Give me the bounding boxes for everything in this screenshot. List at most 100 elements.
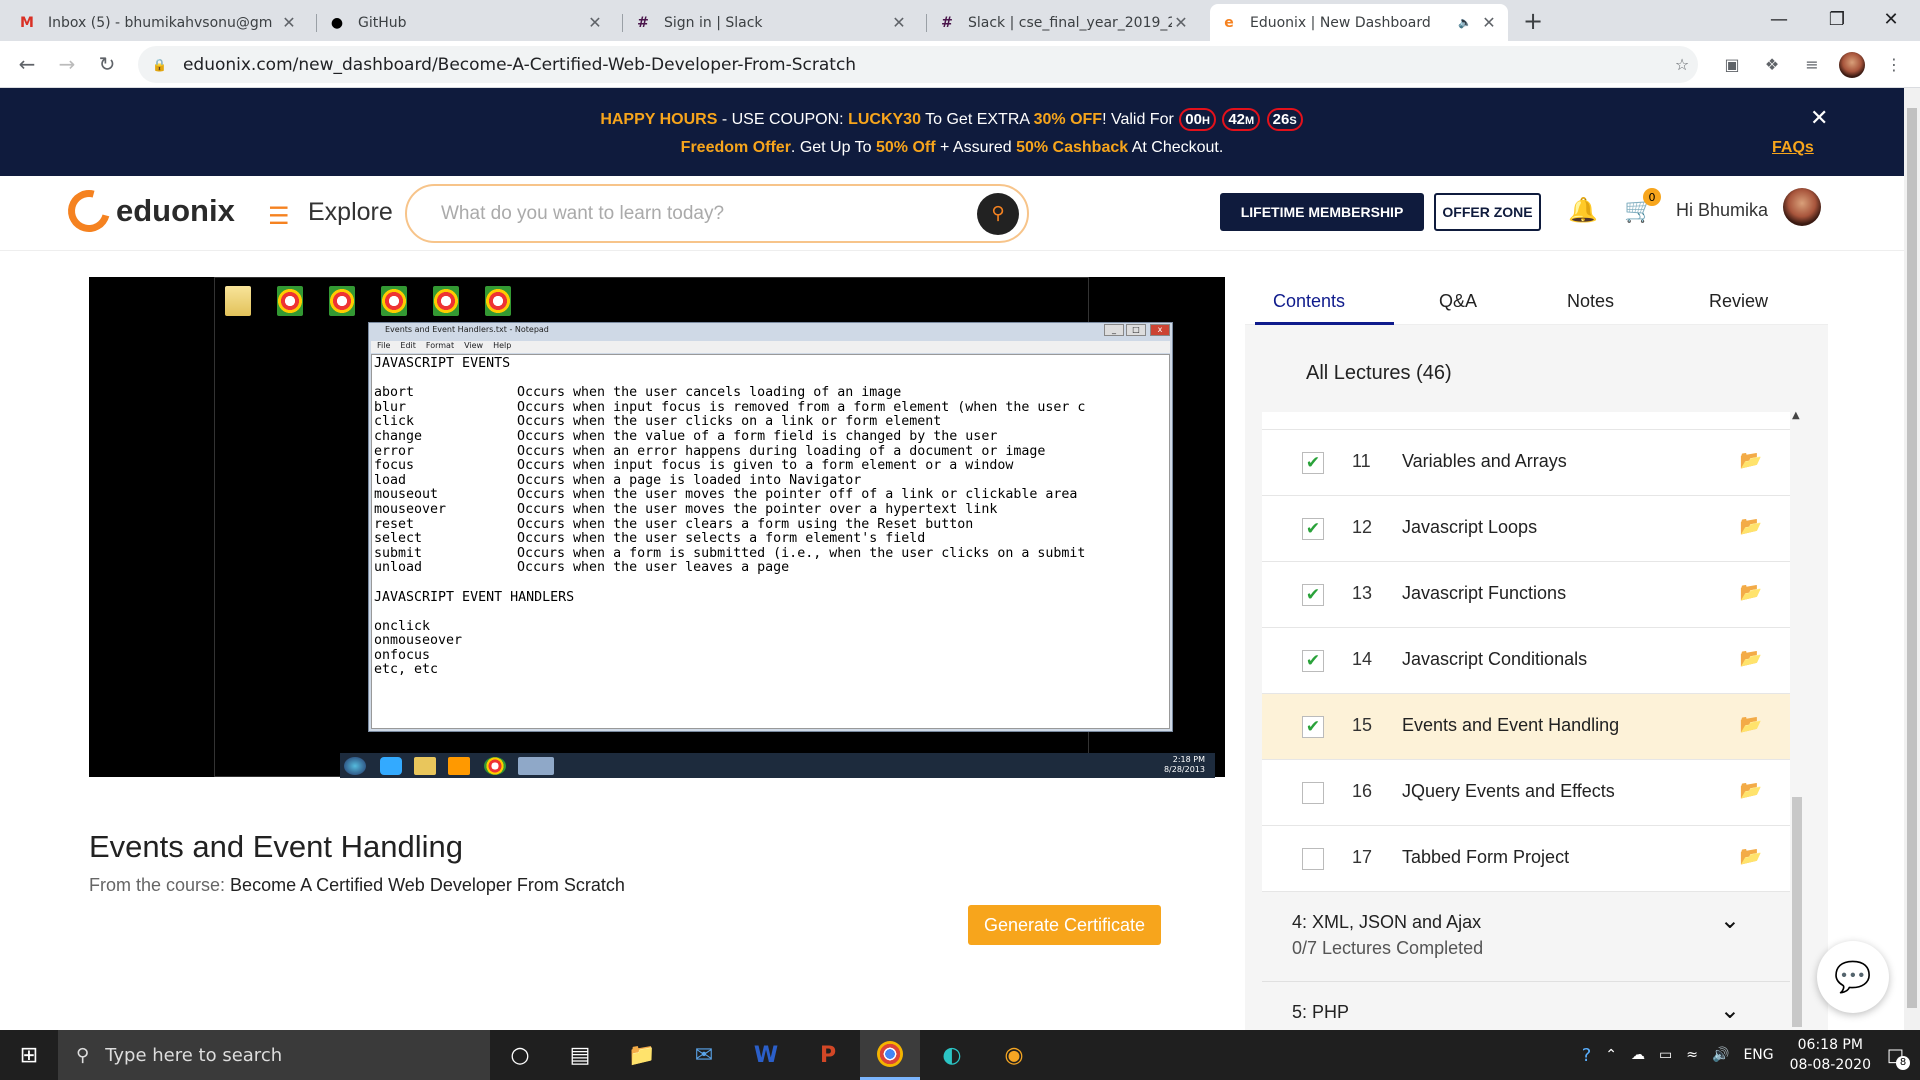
tab-qa[interactable]: Q&A [1439, 291, 1477, 312]
reload-button[interactable]: ↻ [92, 49, 122, 79]
browser-tab[interactable]: # Slack | cse_final_year_2019_20 | A✕ [928, 4, 1200, 41]
chrome-icon [485, 286, 511, 316]
tab-review[interactable]: Review [1709, 291, 1768, 312]
course-name[interactable]: Become A Certified Web Developer From Sc… [230, 875, 625, 895]
lecture-complete-checkbox[interactable] [1302, 848, 1324, 870]
promo-highlight: 50% Cashback [1016, 139, 1129, 156]
powerpoint-icon[interactable]: P [798, 1030, 858, 1080]
browser-menu-icon[interactable]: ⋮ [1882, 52, 1906, 76]
generate-certificate-button[interactable]: Generate Certificate [968, 905, 1161, 945]
tab-notes[interactable]: Notes [1567, 291, 1614, 312]
chevron-down-icon[interactable]: ⌄ [1720, 906, 1740, 934]
user-greeting[interactable]: Hi Bhumika [1676, 200, 1768, 221]
windows-search-box[interactable]: ⚲ Type here to search [58, 1030, 490, 1080]
lecture-item[interactable]: 16 JQuery Events and Effects 📂 [1262, 760, 1790, 826]
video-player[interactable]: Events and Event Handlers.txt - Notepad … [89, 277, 1225, 778]
tab-contents[interactable]: Contents [1273, 291, 1345, 312]
close-tab-icon[interactable]: ✕ [890, 13, 908, 32]
section-header[interactable]: 4: XML, JSON and Ajax 0/7 Lectures Comple… [1262, 892, 1790, 982]
chrome-icon[interactable] [860, 1030, 920, 1080]
puzzle-extensions-icon[interactable]: ❖ [1760, 52, 1784, 76]
folder-open-icon[interactable]: 📂 [1740, 780, 1762, 801]
back-button[interactable]: ← [12, 49, 42, 79]
lecture-item[interactable]: ✔ 12 Javascript Loops 📂 [1262, 496, 1790, 562]
lecture-item[interactable]: ✔ 11 Variables and Arrays 📂 [1262, 430, 1790, 496]
browser-tab[interactable]: e Eduonix | New Dashboard 🔈 ✕ [1210, 4, 1508, 41]
close-tab-icon[interactable]: ✕ [1172, 13, 1190, 32]
folder-open-icon[interactable]: 📂 [1740, 846, 1762, 867]
chevron-up-icon[interactable]: ⌃ [1605, 1047, 1617, 1063]
close-banner-icon[interactable]: ✕ [1810, 106, 1828, 131]
lecture-complete-checkbox[interactable]: ✔ [1302, 584, 1324, 606]
event-description: Occurs when a form is submitted (i.e., w… [517, 545, 1086, 561]
folder-open-icon[interactable]: 📂 [1740, 714, 1762, 735]
event-description: Occurs when an error happens during load… [517, 443, 1046, 459]
address-bar[interactable]: 🔒 eduonix.com/new_dashboard/Become-A-Cer… [138, 46, 1698, 83]
mail-icon[interactable]: ✉ [674, 1030, 734, 1080]
section-header[interactable]: 5: PHP ⌄ [1262, 982, 1790, 1030]
browser-tab[interactable]: M Inbox (5) - bhumikahvsonu@gm ✕ [8, 4, 308, 41]
notification-center-icon[interactable]: □ 8 [1887, 1045, 1910, 1070]
folder-open-icon[interactable]: 📂 [1740, 450, 1762, 471]
faqs-link[interactable]: FAQs [1772, 139, 1814, 157]
windows-start-icon[interactable]: ⊞ [0, 1030, 58, 1080]
lecture-complete-checkbox[interactable]: ✔ [1302, 650, 1324, 672]
folder-open-icon[interactable]: 📂 [1740, 516, 1762, 537]
user-avatar[interactable] [1783, 188, 1821, 226]
eduonix-logo[interactable]: eduonix [60, 182, 235, 240]
language-indicator[interactable]: ENG [1743, 1047, 1773, 1063]
wifi-icon[interactable]: ≈ [1686, 1047, 1698, 1063]
lecture-item[interactable]: ✔ 15 Events and Event Handling 📂 [1262, 694, 1790, 760]
hamburger-menu-icon[interactable]: ☰ [268, 202, 290, 230]
word-icon[interactable]: W [736, 1030, 796, 1080]
system-clock[interactable]: 06:18 PM 08-08-2020 [1790, 1035, 1871, 1075]
close-window-button[interactable]: ✕ [1862, 0, 1920, 38]
notepad-menu-item: Edit [400, 341, 416, 350]
lecture-complete-checkbox[interactable]: ✔ [1302, 452, 1324, 474]
lecture-item[interactable]: ✔ 14 Javascript Conditionals 📂 [1262, 628, 1790, 694]
battery-icon[interactable]: ▭ [1659, 1047, 1672, 1063]
chevron-down-icon[interactable]: ⌄ [1720, 996, 1740, 1024]
forward-button[interactable]: → [52, 49, 82, 79]
folder-open-icon[interactable]: 📂 [1740, 582, 1762, 603]
scroll-up-icon[interactable]: ▲ [1792, 410, 1800, 421]
notification-bell-icon[interactable]: 🔔 [1568, 196, 1598, 224]
folder-open-icon[interactable]: 📂 [1740, 648, 1762, 669]
edge-icon[interactable]: ◐ [922, 1030, 982, 1080]
course-search-input[interactable]: What do you want to learn today? ⚲ [405, 184, 1029, 243]
chat-support-icon[interactable]: 💬 [1817, 941, 1889, 1013]
page-scrollbar[interactable] [1904, 88, 1920, 1030]
close-tab-icon[interactable]: ✕ [586, 13, 604, 32]
search-icon[interactable]: ⚲ [977, 192, 1019, 235]
lifetime-membership-button[interactable]: LIFETIME MEMBERSHIP [1220, 193, 1424, 231]
lecture-item[interactable]: ✔ 13 Javascript Functions 📂 [1262, 562, 1790, 628]
new-tab-button[interactable]: + [1518, 6, 1548, 36]
offer-zone-button[interactable]: OFFER ZONE [1434, 193, 1541, 231]
lecture-item[interactable]: 17 Tabbed Form Project 📂 [1262, 826, 1790, 892]
audio-playing-icon[interactable]: 🔈 [1458, 16, 1472, 29]
maximize-button[interactable]: ❐ [1808, 0, 1866, 38]
lecture-complete-checkbox[interactable]: ✔ [1302, 518, 1324, 540]
bookmark-star-icon[interactable]: ☆ [1670, 52, 1694, 76]
browser-tab[interactable]: ● GitHub ✕ [318, 4, 614, 41]
cortana-icon[interactable]: ○ [490, 1030, 550, 1080]
onedrive-icon[interactable]: ☁ [1631, 1047, 1645, 1063]
file-explorer-icon[interactable]: 📁 [612, 1030, 672, 1080]
explore-menu[interactable]: Explore [308, 198, 393, 227]
media-control-icon[interactable]: ≡ [1800, 52, 1824, 76]
lecture-complete-checkbox[interactable] [1302, 782, 1324, 804]
extension-icon[interactable]: ▣ [1720, 52, 1744, 76]
browser-tab[interactable]: # Sign in | Slack ✕ [624, 4, 918, 41]
profile-avatar[interactable] [1839, 52, 1865, 78]
event-name: unload [374, 560, 423, 576]
help-icon[interactable]: ? [1582, 1045, 1592, 1066]
task-view-icon[interactable]: ▤ [550, 1030, 610, 1080]
app-shield-icon[interactable]: ◉ [984, 1030, 1044, 1080]
volume-icon[interactable]: 🔊 [1712, 1047, 1729, 1063]
taskbar-search-placeholder: Type here to search [105, 1044, 283, 1066]
close-tab-icon[interactable]: ✕ [1480, 13, 1498, 32]
close-tab-icon[interactable]: ✕ [280, 13, 298, 32]
minimize-button[interactable]: — [1750, 0, 1808, 38]
lecture-list-scrollbar[interactable]: ▲ [1790, 410, 1804, 1030]
lecture-complete-checkbox[interactable]: ✔ [1302, 716, 1324, 738]
